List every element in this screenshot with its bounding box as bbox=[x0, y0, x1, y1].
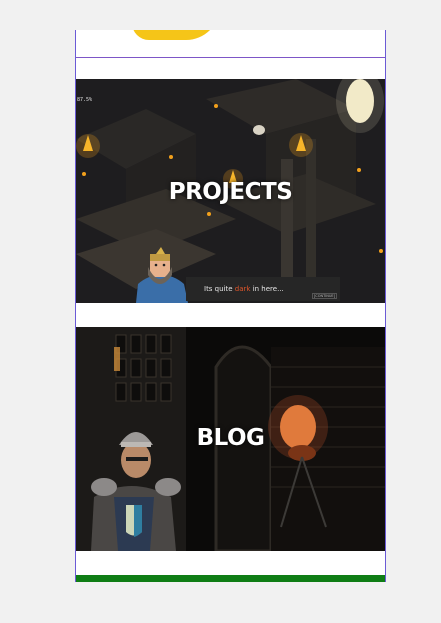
zoom-readout: 87.5% bbox=[77, 97, 93, 103]
dialog-text: Its quite dark in here... bbox=[204, 285, 284, 293]
footer-bar bbox=[76, 575, 385, 582]
blog-card[interactable]: BLOG bbox=[76, 327, 385, 551]
torch-icon bbox=[289, 133, 313, 157]
torch-icon bbox=[76, 134, 100, 158]
dialog-continue-button[interactable]: [CONTINUE] bbox=[311, 293, 337, 299]
page-frame: 87.5% PROJECTS Its quite dark in here...… bbox=[75, 30, 386, 582]
projects-card[interactable]: 87.5% PROJECTS Its quite dark in here...… bbox=[76, 79, 385, 303]
blog-title[interactable]: BLOG bbox=[76, 425, 385, 451]
logo[interactable] bbox=[132, 30, 220, 40]
dialog-text-accent: dark bbox=[234, 285, 251, 293]
dialog-text-after: in here... bbox=[250, 285, 284, 293]
dialog-box: Its quite dark in here... [CONTINUE] bbox=[186, 277, 340, 301]
dialog-text-before: Its quite bbox=[204, 285, 235, 293]
header-strip bbox=[76, 30, 385, 58]
projects-title[interactable]: PROJECTS bbox=[76, 179, 385, 205]
